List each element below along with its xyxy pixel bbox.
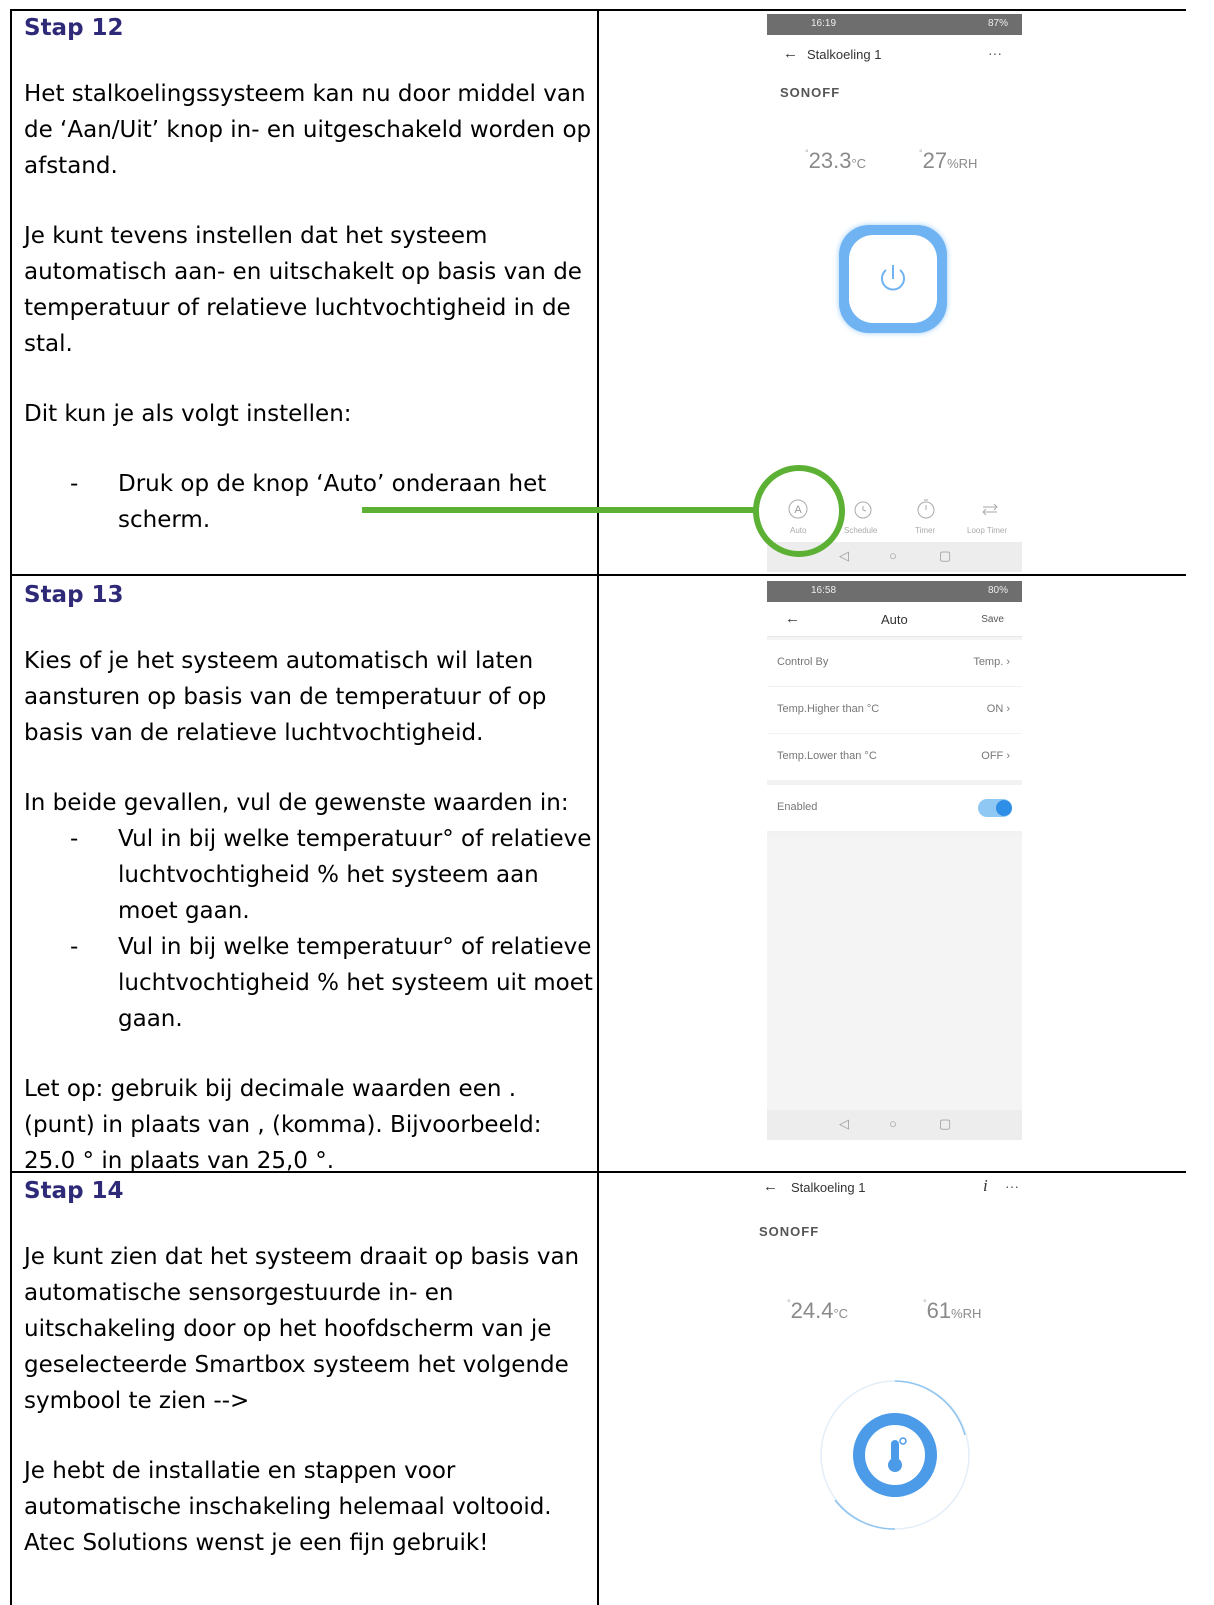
nav-recents-icon[interactable]: ▢ [939, 1116, 951, 1132]
humidity-readout: °61%RH [923, 1298, 982, 1323]
paragraph: Je hebt de installatie en stappen voor a… [24, 1458, 552, 1556]
table-column-divider [597, 9, 599, 1605]
auto-mode-indicator[interactable] [815, 1375, 975, 1535]
status-battery: 87% [987, 18, 1008, 29]
nav-recents-icon[interactable]: ▢ [939, 548, 951, 564]
alarm-clock-icon [854, 501, 872, 519]
highlight-connector-line [362, 507, 756, 513]
paragraph: Dit kun je als volgt instellen: [24, 401, 352, 427]
save-button[interactable]: Save [981, 614, 1004, 625]
status-time: 16:19 [811, 18, 837, 29]
step-title: Stap 13 [24, 582, 124, 608]
paragraph: Het stalkoelingssysteem kan nu door midd… [24, 81, 592, 179]
status-battery: 80% [987, 585, 1008, 596]
table-row-divider-1 [10, 574, 1186, 576]
status-bar: 16:19 87% [767, 14, 1022, 35]
paragraph: In beide gevallen, vul de gewenste waard… [24, 790, 569, 816]
device-title: Stalkoeling 1 [807, 47, 882, 62]
android-nav-bar: ◁ ○ ▢ [767, 1110, 1022, 1140]
back-arrow-icon[interactable]: ← [763, 1178, 778, 1195]
highlight-circle [753, 465, 845, 557]
enabled-row: Enabled [767, 785, 1022, 837]
nav-home-icon[interactable]: ○ [889, 1116, 897, 1131]
bullet-item: Vul in bij welke temperatuur° of relatie… [24, 929, 594, 1037]
bullet-item: Vul in bij welke temperatuur° of relatie… [24, 821, 594, 929]
paragraph: Je kunt tevens instellen dat het systeem… [24, 223, 582, 357]
brand-logo: SONOFF [759, 1224, 820, 1239]
info-icon[interactable]: i [983, 1176, 988, 1196]
loop-icon [982, 503, 998, 516]
temperature-readout: °24.4°C [787, 1298, 849, 1323]
power-button[interactable] [839, 225, 947, 333]
nav-back-icon[interactable]: ◁ [839, 1116, 849, 1132]
more-icon[interactable]: ··· [988, 45, 1002, 61]
auto-title: Auto [881, 612, 908, 627]
bullet-list: Vul in bij welke temperatuur° of relatie… [24, 821, 594, 1037]
step-12-text: Stap 12 Het stalkoelingssysteem kan nu d… [24, 13, 594, 572]
temperature-readout: °23.3°C [805, 148, 867, 173]
paragraph: Let op: gebruik bij decimale waarden een… [24, 1076, 542, 1174]
paragraph: Je kunt zien dat het systeem draait op b… [24, 1244, 580, 1414]
status-bar: 16:58 80% [767, 581, 1022, 602]
more-icon[interactable]: ··· [1005, 1178, 1019, 1194]
device-title: Stalkoeling 1 [791, 1180, 866, 1195]
brand-logo: SONOFF [780, 85, 841, 100]
auto-header: ← Auto Save [767, 602, 1022, 637]
stopwatch-icon [917, 499, 935, 519]
screenshot-auto-settings: 16:58 80% ← Auto Save Control By Temp. ›… [767, 581, 1022, 1140]
temp-lower-row[interactable]: Temp.Lower than °C OFF › [767, 734, 1022, 786]
enabled-toggle[interactable] [978, 799, 1012, 817]
nav-back-icon[interactable]: ◁ [839, 548, 849, 564]
bullet-item: Druk op de knop ‘Auto’ onderaan het sche… [24, 466, 594, 538]
status-time: 16:58 [811, 585, 837, 596]
step-14-text: Stap 14 Je kunt zien dat het systeem dra… [24, 1176, 594, 1561]
bullet-list: Druk op de knop ‘Auto’ onderaan het sche… [24, 466, 594, 538]
paragraph: Kies of je het systeem automatisch wil l… [24, 648, 547, 746]
back-arrow-icon[interactable]: ← [785, 610, 800, 627]
back-arrow-icon[interactable]: ← [783, 45, 798, 62]
step-13-text: Stap 13 Kies of je het systeem automatis… [24, 580, 594, 1179]
step-title: Stap 14 [24, 1178, 124, 1204]
nav-home-icon[interactable]: ○ [889, 548, 897, 563]
control-by-row[interactable]: Control By Temp. › [767, 640, 1022, 692]
temp-higher-row[interactable]: Temp.Higher than °C ON › [767, 687, 1022, 739]
power-icon [881, 265, 905, 291]
humidity-readout: °27%RH [919, 148, 978, 173]
step-title: Stap 12 [24, 15, 124, 41]
table-border-left [10, 9, 12, 1605]
screenshot-auto-mode-active: ← Stalkoeling 1 i ··· SONOFF °24.4°C °61… [743, 1173, 1043, 1605]
